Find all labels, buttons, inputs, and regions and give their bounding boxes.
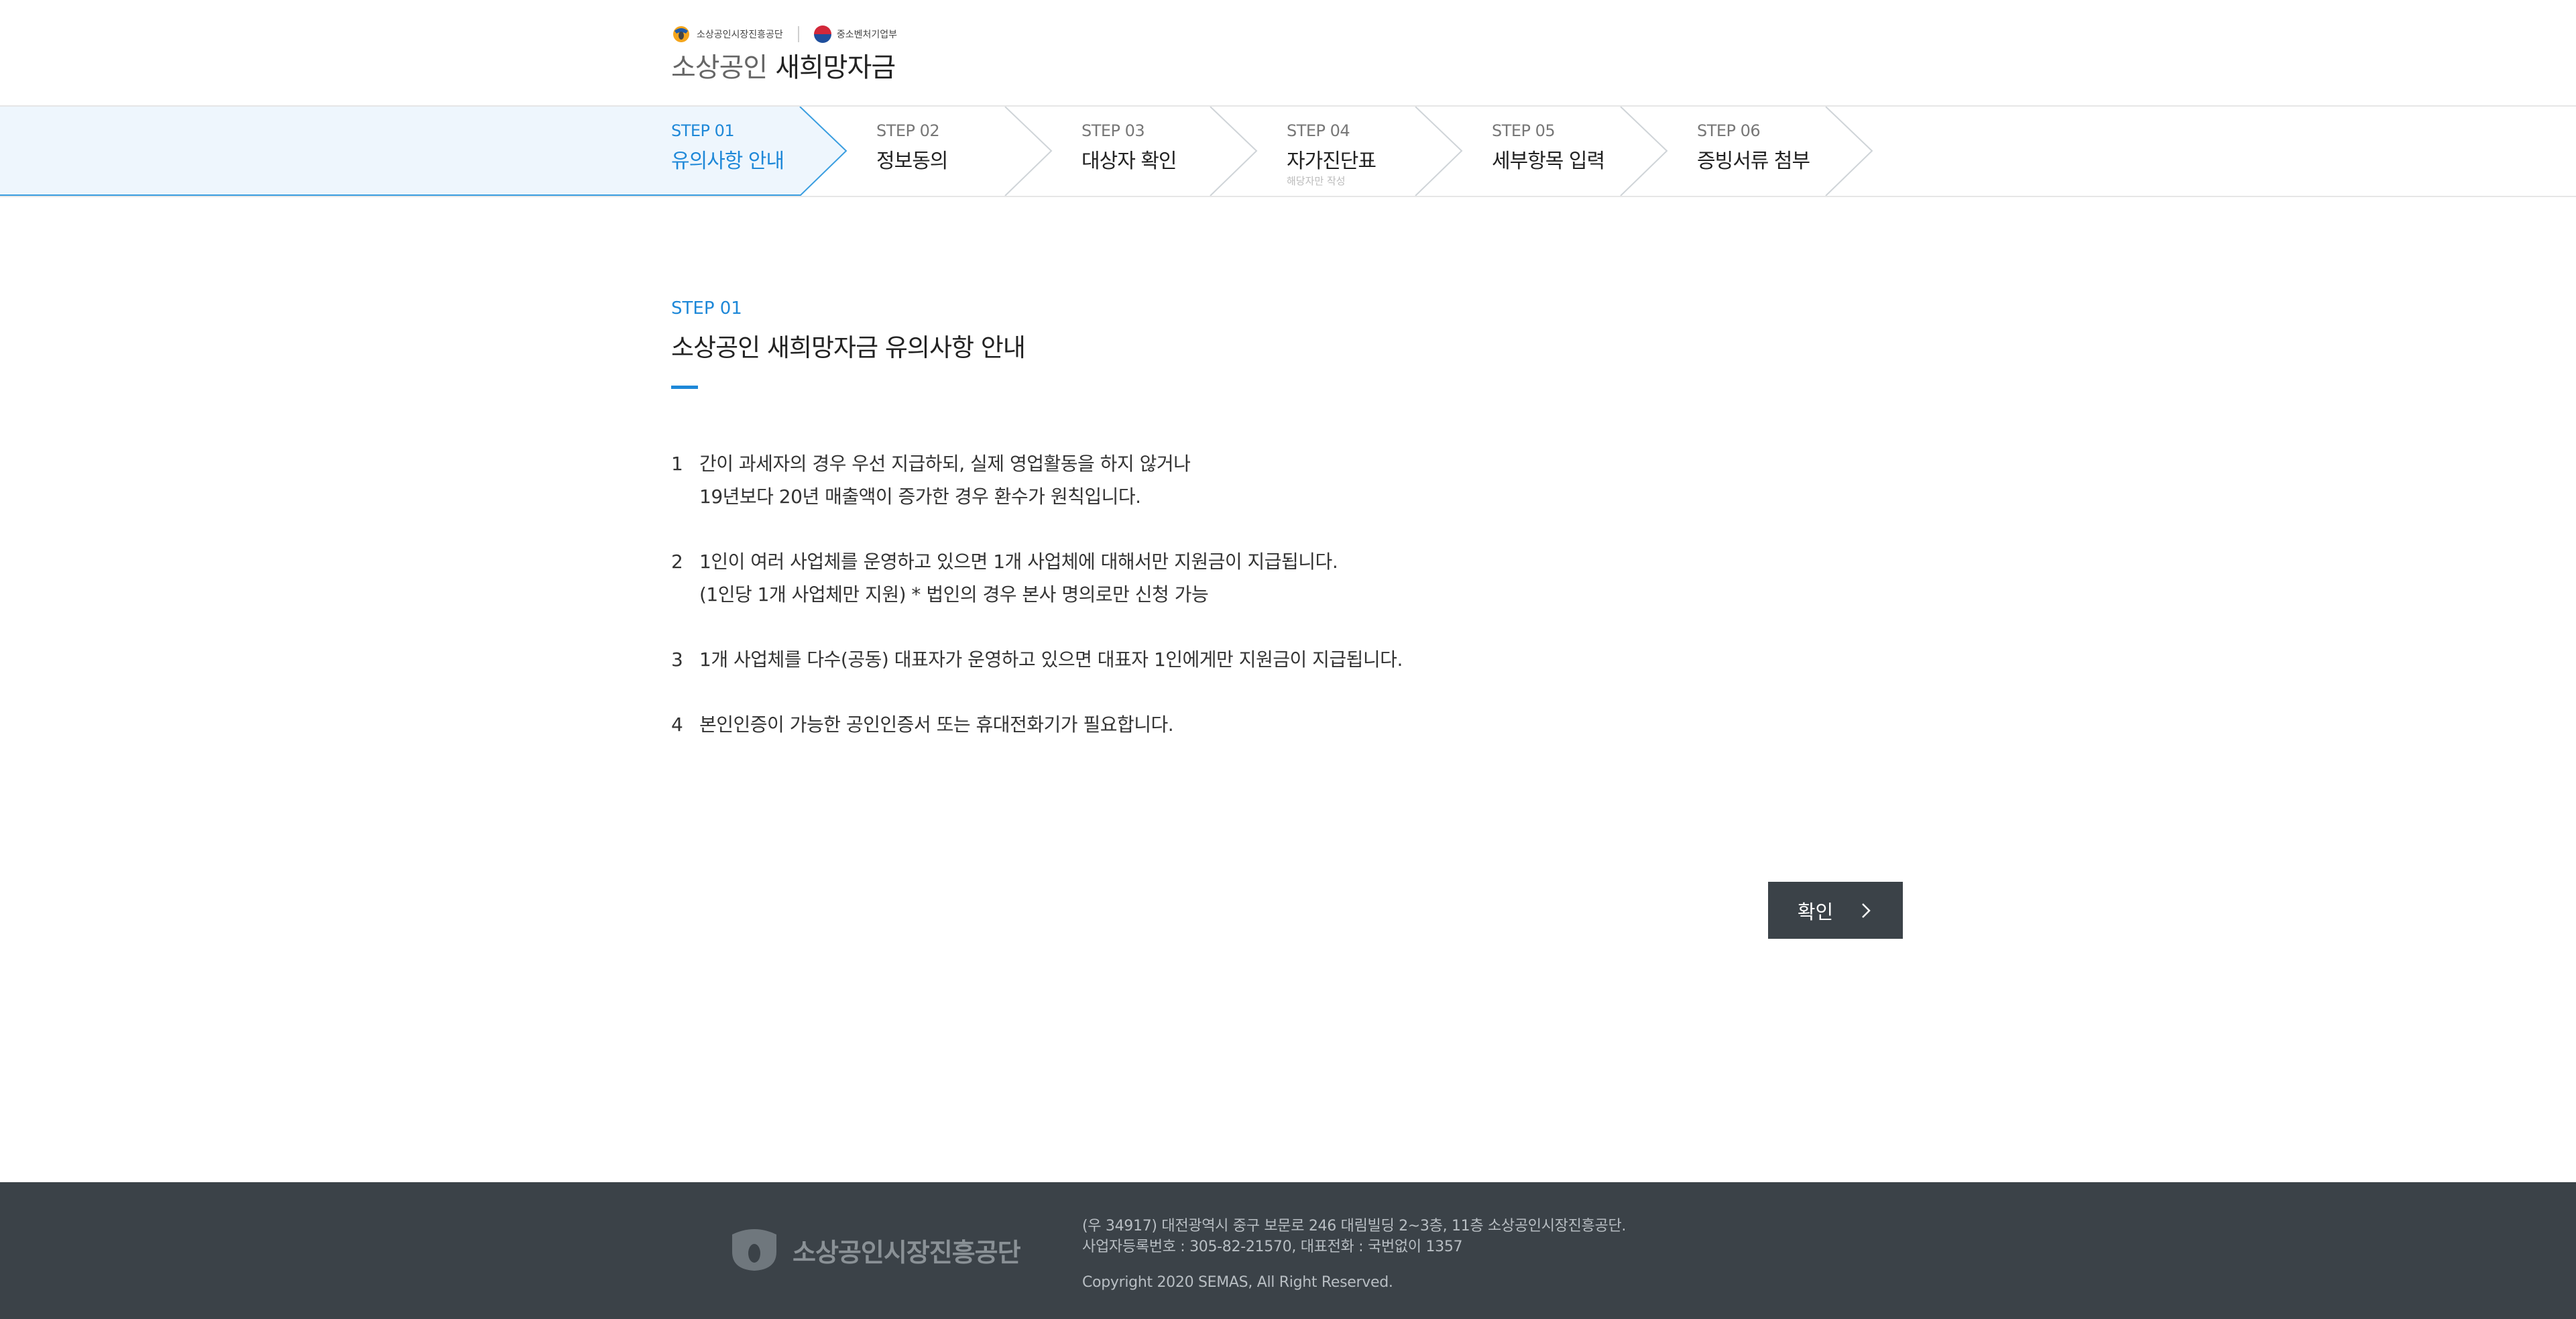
- list-item: 3 1개 사업체를 다수(공동) 대표자가 운영하고 있으면 대표자 1인에게만…: [671, 643, 1610, 676]
- notice-number: 2: [671, 551, 683, 573]
- step-label: 증빙서류 첨부: [1697, 150, 1810, 173]
- step-01[interactable]: STEP 01 유의사항 안내: [671, 121, 859, 174]
- step-number: STEP 04: [1287, 121, 1350, 140]
- mss-emblem-icon: [813, 25, 831, 43]
- chevron-right-icon: [1862, 903, 1871, 918]
- content-step-label: STEP 01: [671, 298, 742, 319]
- step-04[interactable]: STEP 04 자가진단표 해당자만 작성: [1287, 121, 1474, 188]
- notice-line: 본인인증이 가능한 공인인증서 또는 휴대전화기가 필요합니다.: [699, 713, 1174, 736]
- title-underline: [671, 386, 698, 389]
- list-item: 4 본인인증이 가능한 공인인증서 또는 휴대전화기가 필요합니다.: [671, 708, 1610, 741]
- notice-text: 1개 사업체를 다수(공동) 대표자가 운영하고 있으면 대표자 1인에게만 지…: [699, 643, 1403, 676]
- notice-line: 간이 과세자의 경우 우선 지급하되, 실제 영업활동을 하지 않거나: [699, 453, 1191, 475]
- step-progress-bar: STEP 01 유의사항 안내 STEP 02 정보동의 STEP 03 대상자…: [0, 105, 2576, 197]
- step-label: 자가진단표: [1287, 150, 1377, 173]
- semas-logo-icon: [732, 1229, 776, 1271]
- step-label: 유의사항 안내: [671, 150, 784, 173]
- footer-logo: 소상공인시장진흥공단: [729, 1228, 1021, 1272]
- list-item: 2 1인이 여러 사업체를 운영하고 있으면 1개 사업체에 대해서만 지원금이…: [671, 545, 1610, 611]
- step-number: STEP 02: [876, 121, 940, 140]
- step-number: STEP 03: [1081, 121, 1145, 140]
- footer-address: (우 34917) 대전광역시 중구 보문로 246 대림빌딩 2~3층, 11…: [1082, 1218, 1627, 1235]
- step-label: 세부항목 입력: [1492, 150, 1605, 173]
- org2-name: 중소벤처기업부: [836, 30, 897, 40]
- page-title: 소상공인 새희망자금 유의사항 안내: [671, 333, 1026, 362]
- footer-business-info: 사업자등록번호 : 305-82-21570, 대표전화 : 국번없이 1357: [1082, 1239, 1463, 1255]
- site-header: 소상공인시장진흥공단 중소벤처기업부 소상공인 새희망자금: [0, 0, 2576, 106]
- notice-number: 3: [671, 648, 683, 671]
- step-sub-note: 해당자만 작성: [1287, 175, 1346, 187]
- site-title[interactable]: 소상공인 새희망자금: [671, 46, 896, 84]
- step-label: 대상자 확인: [1081, 150, 1177, 173]
- site-title-strong: 새희망자금: [775, 52, 896, 83]
- footer-logo-text: 소상공인시장진흥공단: [793, 1237, 1021, 1267]
- semas-org-link[interactable]: 소상공인시장진흥공단: [671, 25, 783, 43]
- step-05[interactable]: STEP 05 세부항목 입력: [1492, 121, 1680, 174]
- step-02[interactable]: STEP 02 정보동의: [876, 121, 1064, 174]
- step-06[interactable]: STEP 06 증빙서류 첨부: [1697, 121, 1885, 174]
- footer-copyright: Copyright 2020 SEMAS, All Right Reserved…: [1082, 1274, 1393, 1291]
- org-divider: [797, 26, 799, 42]
- notice-list: 1 간이 과세자의 경우 우선 지급하되, 실제 영업활동을 하지 않거나 19…: [671, 447, 1610, 773]
- confirm-button-label: 확인: [1797, 900, 1834, 923]
- notice-line: 1인이 여러 사업체를 운영하고 있으면 1개 사업체에 대해서만 지원금이 지…: [699, 551, 1338, 573]
- semas-logo-icon: [673, 26, 689, 42]
- notice-text: 1인이 여러 사업체를 운영하고 있으면 1개 사업체에 대해서만 지원금이 지…: [699, 545, 1338, 611]
- step-03[interactable]: STEP 03 대상자 확인: [1081, 121, 1269, 174]
- site-title-light: 소상공인: [671, 52, 768, 83]
- notice-line: 19년보다 20년 매출액이 증가한 경우 환수가 원칙입니다.: [699, 485, 1141, 508]
- org1-name: 소상공인시장진흥공단: [697, 30, 783, 40]
- notice-line: 1개 사업체를 다수(공동) 대표자가 운영하고 있으면 대표자 1인에게만 지…: [699, 648, 1403, 671]
- confirm-button[interactable]: 확인: [1768, 882, 1903, 939]
- site-footer: 소상공인시장진흥공단 (우 34917) 대전광역시 중구 보문로 246 대림…: [0, 1182, 2576, 1319]
- notice-number: 1: [671, 453, 683, 475]
- footer-info: (우 34917) 대전광역시 중구 보문로 246 대림빌딩 2~3층, 11…: [1082, 1216, 1626, 1293]
- step-number: STEP 06: [1697, 121, 1761, 140]
- step-number: STEP 05: [1492, 121, 1556, 140]
- notice-text: 간이 과세자의 경우 우선 지급하되, 실제 영업활동을 하지 않거나 19년보…: [699, 447, 1191, 513]
- notice-line: (1인당 1개 사업체만 지원) * 법인의 경우 본사 명의로만 신청 가능: [699, 583, 1209, 606]
- list-item: 1 간이 과세자의 경우 우선 지급하되, 실제 영업활동을 하지 않거나 19…: [671, 447, 1610, 513]
- mss-org-link[interactable]: 중소벤처기업부: [813, 25, 897, 43]
- step-number: STEP 01: [671, 121, 735, 140]
- notice-text: 본인인증이 가능한 공인인증서 또는 휴대전화기가 필요합니다.: [699, 708, 1174, 741]
- org-logos: 소상공인시장진흥공단 중소벤처기업부: [671, 24, 897, 44]
- step-label: 정보동의: [876, 150, 948, 173]
- notice-number: 4: [671, 713, 683, 736]
